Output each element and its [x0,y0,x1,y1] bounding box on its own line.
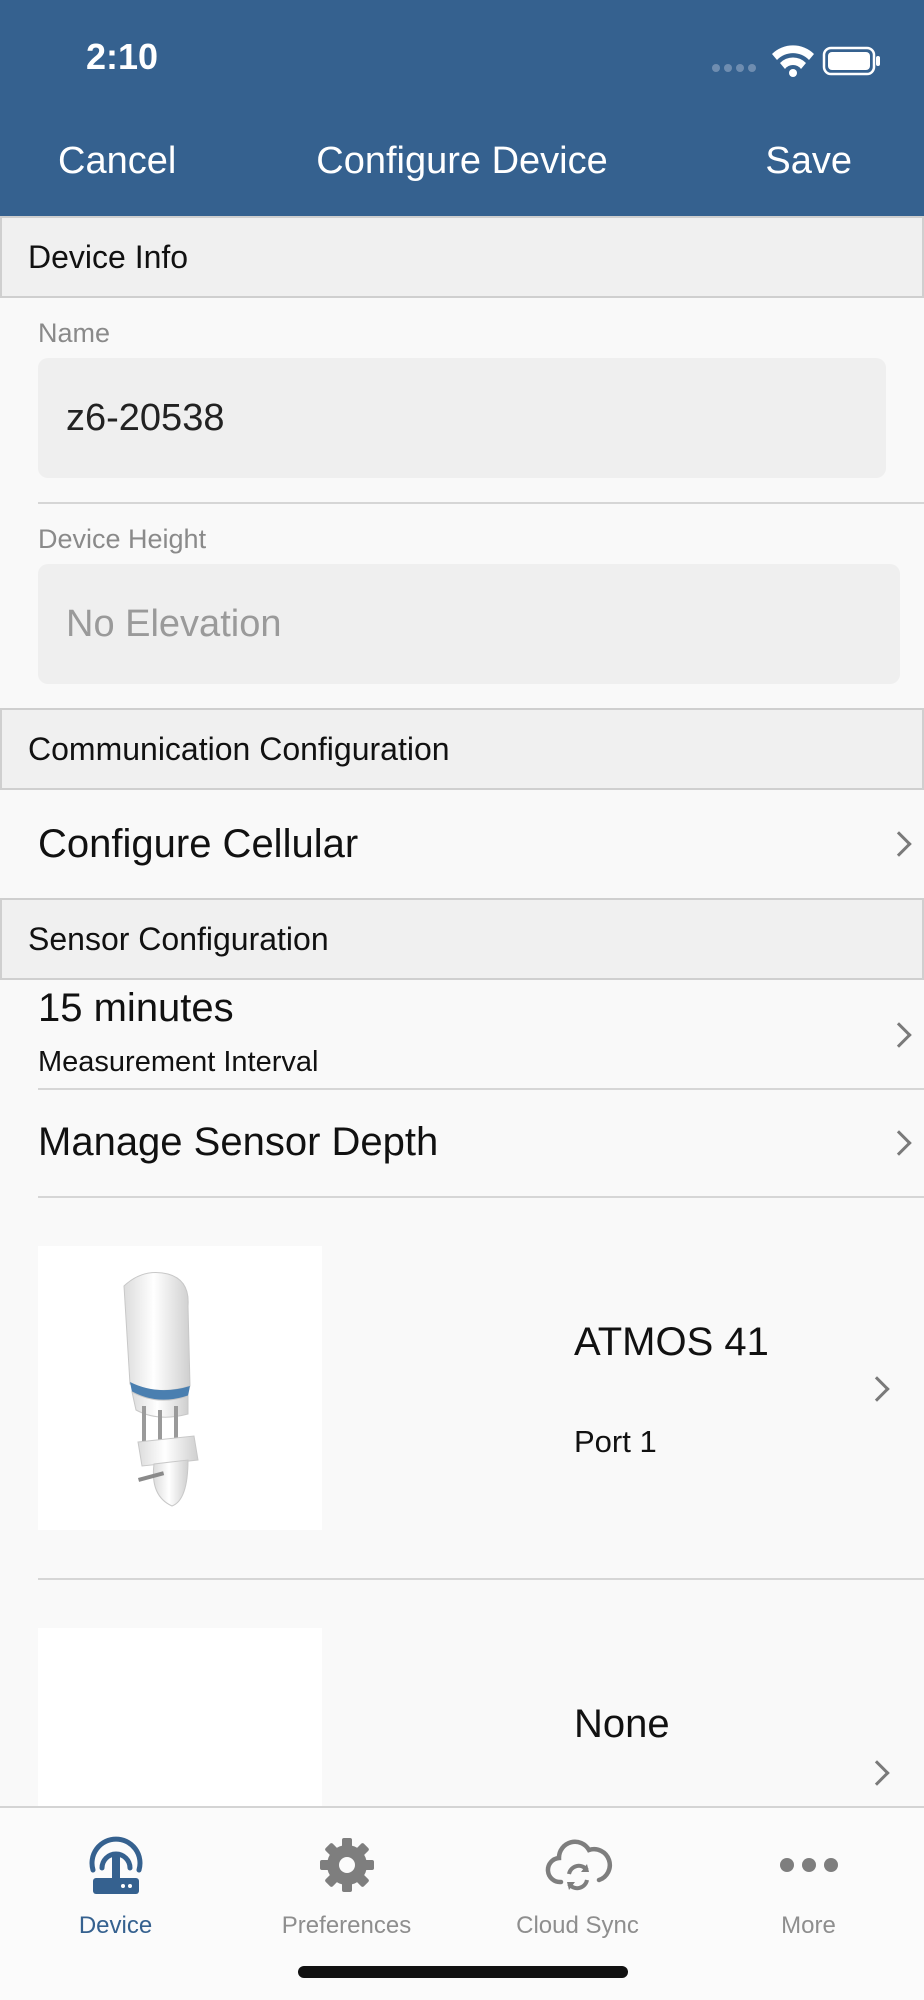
sensor-image-empty [38,1628,322,1806]
tab-preferences-label: Preferences [281,1912,412,1939]
configure-cellular-label: Configure Cellular [38,822,359,866]
sensor-row[interactable]: None [0,1580,924,1806]
sensor-name: None [574,1702,670,1746]
tab-cloud-sync[interactable]: Cloud Sync [462,1808,693,1958]
gear-icon [319,1838,374,1892]
tab-more-label: More [781,1912,836,1939]
sensor-row[interactable]: ATMOS 41 Port 1 [0,1198,924,1578]
tab-cloud-sync-label: Cloud Sync [516,1912,639,1939]
measurement-interval-value: 15 minutes [38,986,234,1030]
name-field[interactable]: z6-20538 [38,358,886,478]
chevron-right-icon [886,1130,912,1156]
sensor-image [38,1246,322,1530]
save-button[interactable]: Save [765,140,852,183]
tab-more[interactable]: More [693,1808,924,1958]
configure-cellular-row[interactable]: Configure Cellular [0,790,924,898]
chevron-right-icon [864,1376,890,1402]
chevron-right-icon [886,831,912,857]
sensor-name: ATMOS 41 [574,1320,769,1364]
divider [38,502,924,504]
device-height-label: Device Height [38,524,207,554]
measurement-interval-label: Measurement Interval [38,1046,319,1078]
section-header-communication: Communication Configuration [0,708,924,790]
measurement-interval-row[interactable]: 15 minutes Measurement Interval [0,980,924,1088]
tab-device-label: Device [78,1912,153,1939]
more-icon [779,1858,838,1872]
chevron-right-icon [886,1022,912,1048]
cloud-sync-icon [545,1839,612,1891]
top-bar: 2:10 Configure Device Cancel Save [0,0,924,216]
name-label: Name [38,318,111,348]
atmos-sensor-image [123,1272,199,1507]
status-icons [712,45,880,77]
tab-preferences[interactable]: Preferences [231,1808,462,1958]
chevron-right-icon [864,1760,890,1786]
sensor-port: Port 1 [574,1424,657,1459]
manage-sensor-depth-row[interactable]: Manage Sensor Depth [0,1090,924,1196]
tab-device[interactable]: Device [0,1808,231,1958]
device-height-field[interactable]: No Elevation [38,564,900,684]
section-header-sensor: Sensor Configuration [0,898,924,980]
cancel-button[interactable]: Cancel [58,140,176,183]
device-icon [89,1836,142,1894]
section-header-device-info: Device Info [0,216,924,298]
home-indicator [298,1966,628,1978]
manage-sensor-depth-label: Manage Sensor Depth [38,1120,439,1164]
wifi-icon [772,45,814,77]
status-time: 2:10 [86,36,159,77]
battery-icon [822,46,880,76]
cellular-signal-icon [712,64,756,72]
